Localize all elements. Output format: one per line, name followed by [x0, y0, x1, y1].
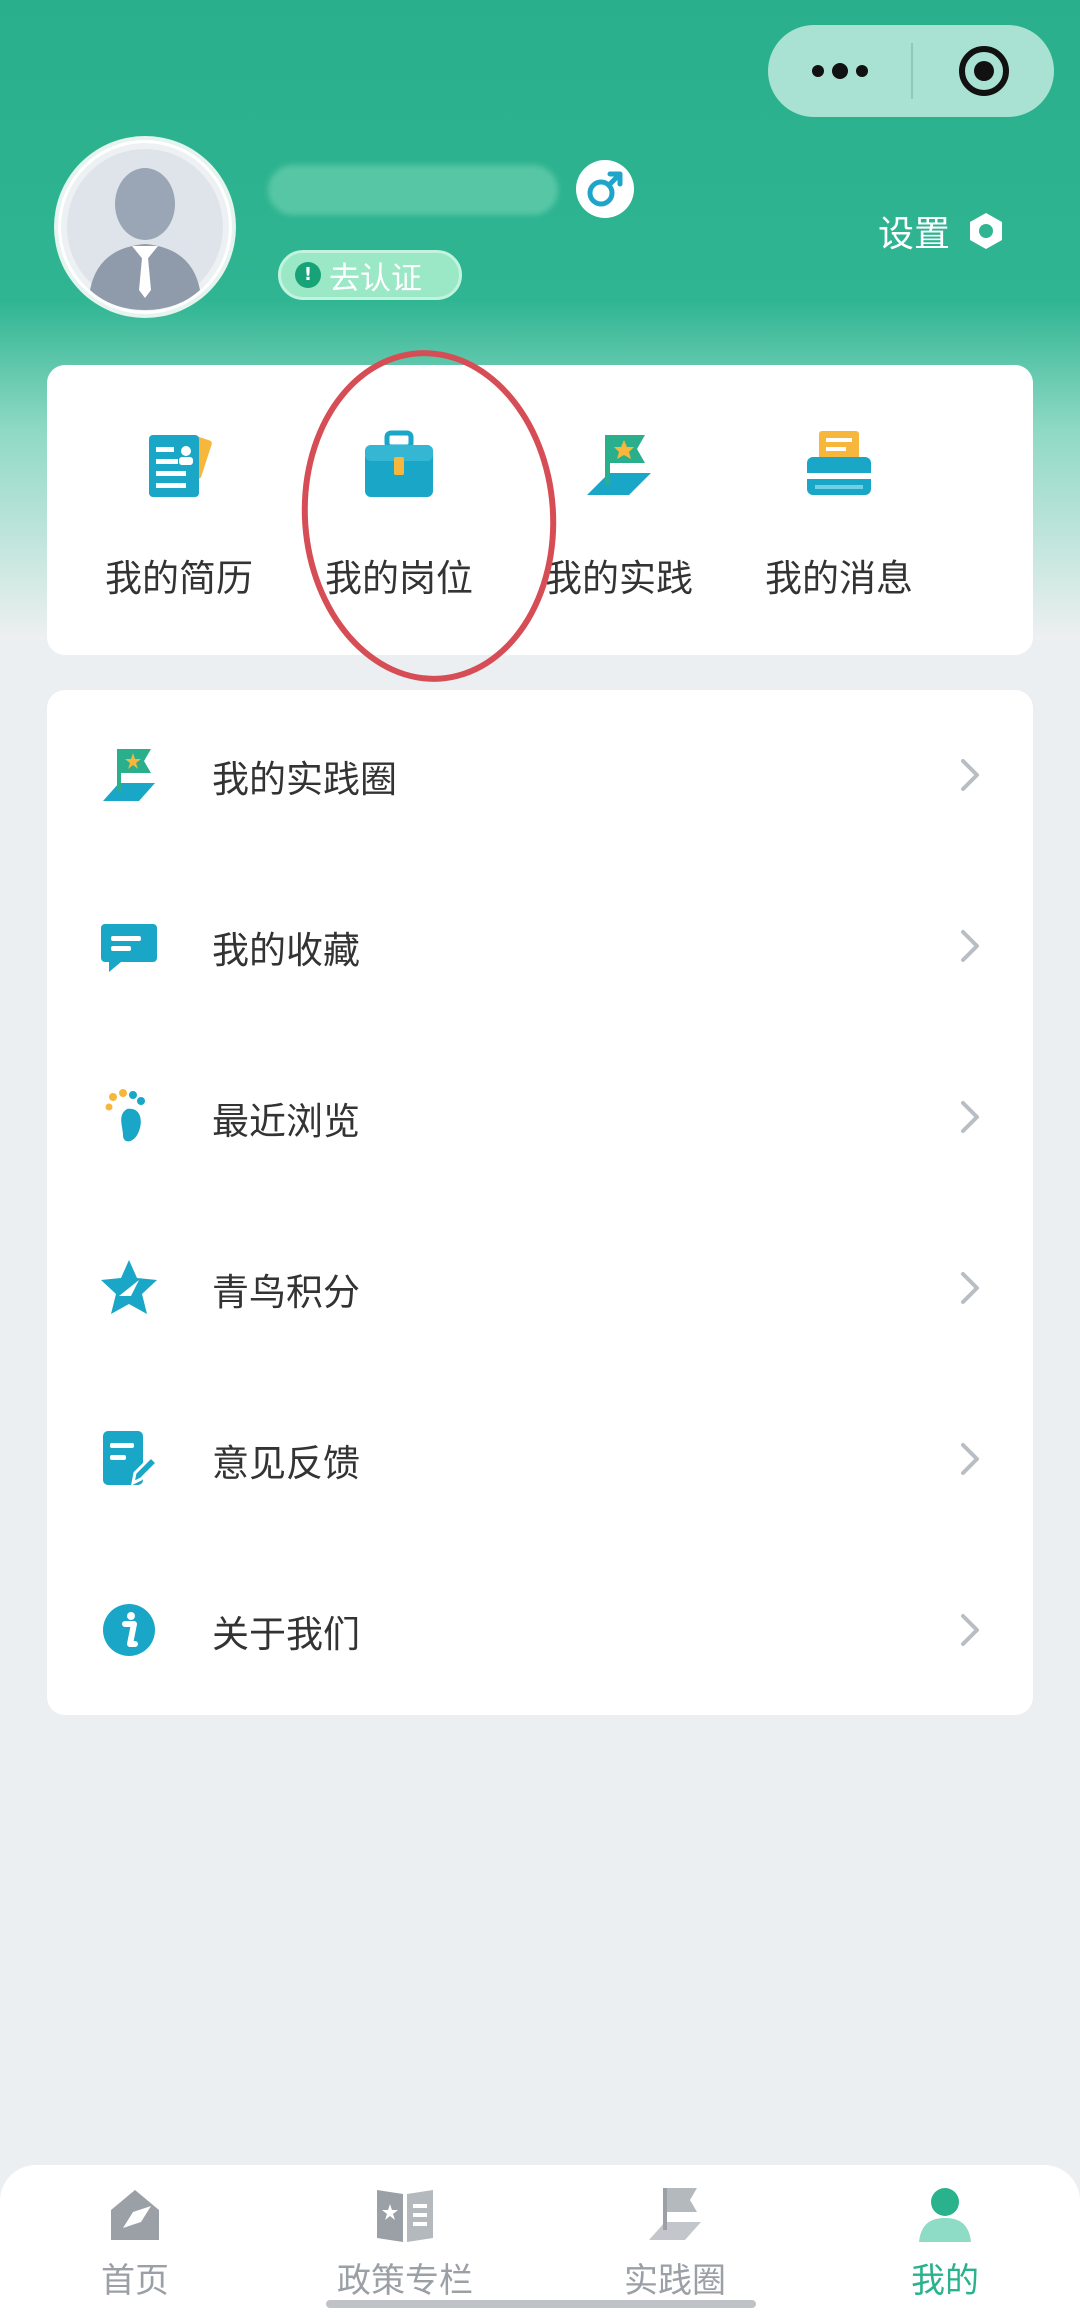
quick-action-resume[interactable]: 我的简历 — [69, 365, 289, 655]
menu-item-label: 我的收藏 — [212, 929, 360, 972]
chevron-right-icon — [961, 1614, 979, 1646]
avatar[interactable] — [58, 140, 232, 314]
tab-label: 政策专栏 — [337, 2261, 473, 2301]
person-icon — [919, 2188, 971, 2242]
menu-item-about[interactable]: 关于我们 — [47, 1545, 1033, 1716]
menu-item-favorites[interactable]: 我的收藏 — [47, 861, 1033, 1032]
menu-item-points[interactable]: 青鸟积分 — [47, 1203, 1033, 1374]
tab-label: 实践圈 — [624, 2261, 726, 2301]
feedback-edit-icon — [103, 1431, 160, 1486]
menu-item-practice-circle[interactable]: 我的实践圈 — [47, 690, 1033, 861]
star-bird-icon — [101, 1260, 157, 1314]
menu-item-label: 意见反馈 — [212, 1442, 360, 1485]
home-icon — [111, 2190, 159, 2240]
verify-label: 去认证 — [329, 260, 422, 297]
warning-icon: ! — [295, 262, 321, 288]
flag-icon — [587, 435, 651, 495]
menu-item-feedback[interactable]: 意见反馈 — [47, 1374, 1033, 1545]
verify-button[interactable]: ! 去认证 — [278, 250, 462, 300]
gear-icon — [970, 213, 1003, 249]
tab-practice-circle[interactable]: 实践圈 — [580, 2165, 770, 2312]
bottom-tab-bar: 首页 政策专栏 实践圈 我的 — [0, 2165, 1080, 2312]
tab-home[interactable]: 首页 — [40, 2165, 230, 2312]
settings-label: 设置 — [878, 214, 951, 255]
menu-item-label: 我的实践圈 — [212, 758, 397, 801]
close-mini-program-button[interactable] — [913, 25, 1054, 117]
menu-item-recent[interactable]: 最近浏览 — [47, 1032, 1033, 1203]
more-dot — [811, 65, 824, 77]
footprint-icon — [105, 1089, 145, 1142]
menu-item-label: 最近浏览 — [212, 1100, 360, 1143]
chevron-right-icon — [961, 1101, 979, 1133]
quick-action-label: 我的简历 — [105, 557, 253, 600]
chevron-right-icon — [961, 759, 979, 791]
resume-icon — [149, 435, 212, 497]
chat-bubble-icon — [101, 924, 157, 972]
tab-label: 首页 — [101, 2261, 169, 2301]
printer-message-icon — [807, 431, 871, 495]
quick-action-label: 我的消息 — [765, 557, 913, 600]
settings-button[interactable]: 设置 — [878, 205, 1006, 257]
quick-action-messages[interactable]: 我的消息 — [729, 365, 949, 655]
username-blurred — [268, 165, 558, 215]
home-indicator[interactable] — [326, 2300, 756, 2308]
more-dot — [831, 63, 848, 79]
more-menu-button[interactable] — [768, 25, 911, 117]
chevron-right-icon — [961, 1443, 979, 1475]
more-dot — [855, 65, 868, 77]
avatar-placeholder-icon — [61, 143, 229, 311]
menu-list: 我的实践圈 我的收藏 最近浏览 青鸟积分 意见反馈 关于我们 — [47, 690, 1033, 1715]
mini-program-capsule — [768, 25, 1054, 117]
gender-badge — [576, 160, 634, 218]
info-icon — [103, 1604, 155, 1656]
male-icon — [587, 171, 623, 207]
book-icon — [377, 2190, 433, 2242]
chevron-right-icon — [961, 1272, 979, 1304]
flag-icon — [649, 2188, 701, 2240]
tab-label: 我的 — [911, 2261, 979, 2301]
menu-item-label: 青鸟积分 — [212, 1271, 360, 1314]
target-close-icon — [958, 46, 1009, 96]
tab-mine[interactable]: 我的 — [850, 2165, 1040, 2312]
menu-item-label: 关于我们 — [212, 1613, 360, 1656]
tab-policy[interactable]: 政策专栏 — [300, 2165, 510, 2312]
chevron-right-icon — [961, 930, 979, 962]
flag-icon — [103, 749, 155, 801]
